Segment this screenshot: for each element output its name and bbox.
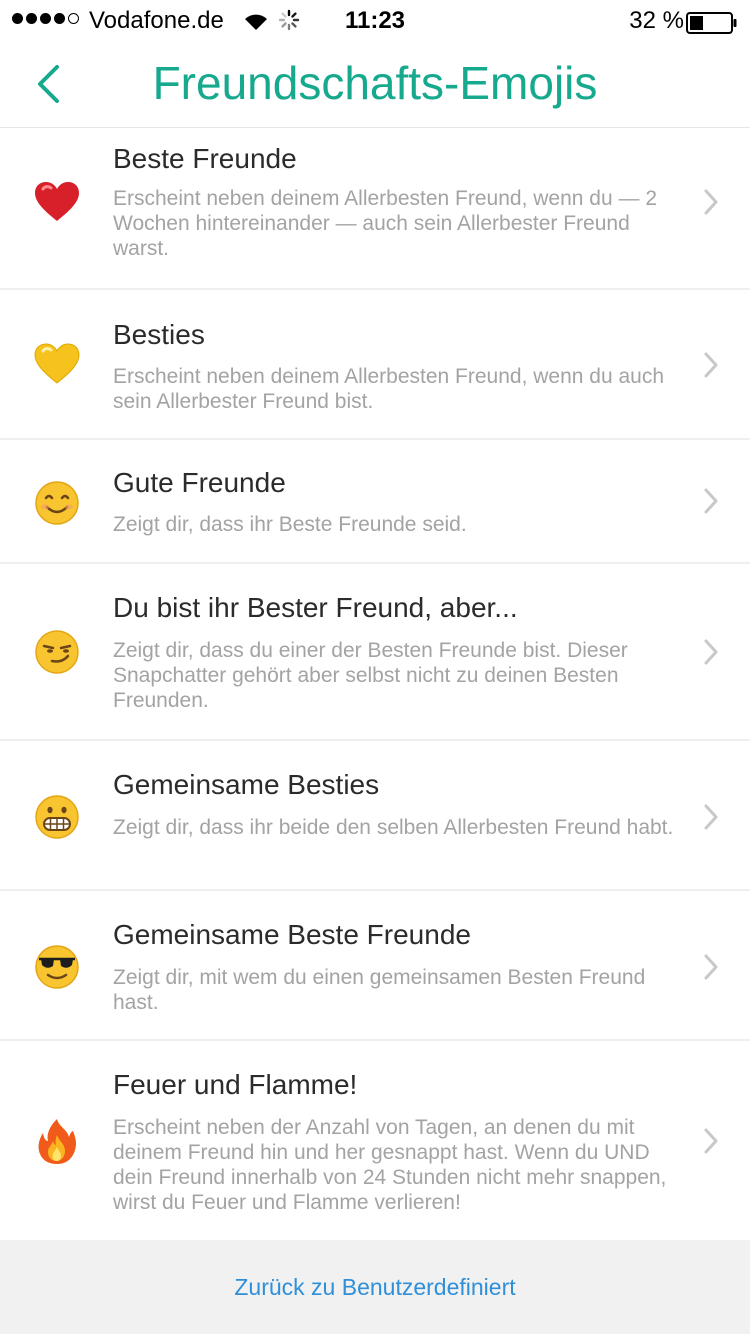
battery-percentage: 32 % xyxy=(629,7,684,34)
list-item[interactable]: Gute Freunde Zeigt dir, dass ihr Beste F… xyxy=(0,440,750,564)
item-description: Erscheint neben deinem Allerbesten Freun… xyxy=(113,365,665,413)
item-description: Zeigt dir, dass ihr beide den selben All… xyxy=(113,816,674,839)
item-title: Gemeinsame Besties xyxy=(113,769,380,800)
chevron-right-icon xyxy=(704,352,718,378)
item-title: Gute Freunde xyxy=(113,467,286,498)
chevron-right-icon xyxy=(704,639,718,665)
page-title: Freundschafts-Emojis xyxy=(152,57,598,109)
yellow-heart-icon xyxy=(33,340,81,388)
list-item[interactable]: Gemeinsame Beste Freunde Zeigt dir, mit … xyxy=(0,891,750,1041)
red-heart-icon xyxy=(33,178,81,226)
item-description: Zeigt dir, dass ihr Beste Freunde seid. xyxy=(113,513,467,536)
chevron-right-icon xyxy=(704,488,718,514)
smirking-face-icon xyxy=(33,628,81,676)
item-title: Gemeinsame Beste Freunde xyxy=(113,919,471,950)
chevron-right-icon xyxy=(704,954,718,980)
item-description: Zeigt dir, dass du einer der Besten Freu… xyxy=(113,639,628,712)
list-item[interactable]: Gemeinsame Besties Zeigt dir, dass ihr b… xyxy=(0,741,750,891)
item-title: Beste Freunde xyxy=(113,143,297,174)
item-description: Zeigt dir, mit wem du einen gemeinsamen … xyxy=(113,966,646,1014)
chevron-right-icon xyxy=(704,804,718,830)
item-title: Besties xyxy=(113,319,205,350)
status-bar: Vodafone.de 11:23 32 % xyxy=(0,0,750,40)
friend-emoji-list: Beste Freunde Erscheint neben deinem All… xyxy=(0,128,750,1242)
list-item[interactable]: Beste Freunde Erscheint neben deinem All… xyxy=(0,128,750,290)
list-item[interactable]: Besties Erscheint neben deinem Allerbest… xyxy=(0,290,750,440)
item-title: Feuer und Flamme! xyxy=(113,1069,358,1100)
item-description: Erscheint neben der Anzahl von Tagen, an… xyxy=(113,1116,667,1214)
list-item[interactable]: Feuer und Flamme! Erscheint neben der An… xyxy=(0,1041,750,1242)
back-to-custom-link[interactable]: Zurück zu Benutzerdefiniert xyxy=(234,1274,515,1301)
navigation-bar: Freundschafts-Emojis xyxy=(0,40,750,128)
fire-icon xyxy=(33,1117,81,1165)
bottom-bar: Zurück zu Benutzerdefiniert xyxy=(0,1240,750,1334)
sunglasses-face-icon xyxy=(33,943,81,991)
chevron-right-icon xyxy=(704,1128,718,1154)
chevron-right-icon xyxy=(704,189,718,215)
item-description: Erscheint neben deinem Allerbesten Freun… xyxy=(113,187,658,260)
list-item[interactable]: Du bist ihr Bester Freund, aber... Zeigt… xyxy=(0,564,750,741)
item-title: Du bist ihr Bester Freund, aber... xyxy=(113,592,518,623)
smiling-face-icon xyxy=(33,479,81,527)
battery-icon xyxy=(686,12,738,41)
grimacing-face-icon xyxy=(33,793,81,841)
